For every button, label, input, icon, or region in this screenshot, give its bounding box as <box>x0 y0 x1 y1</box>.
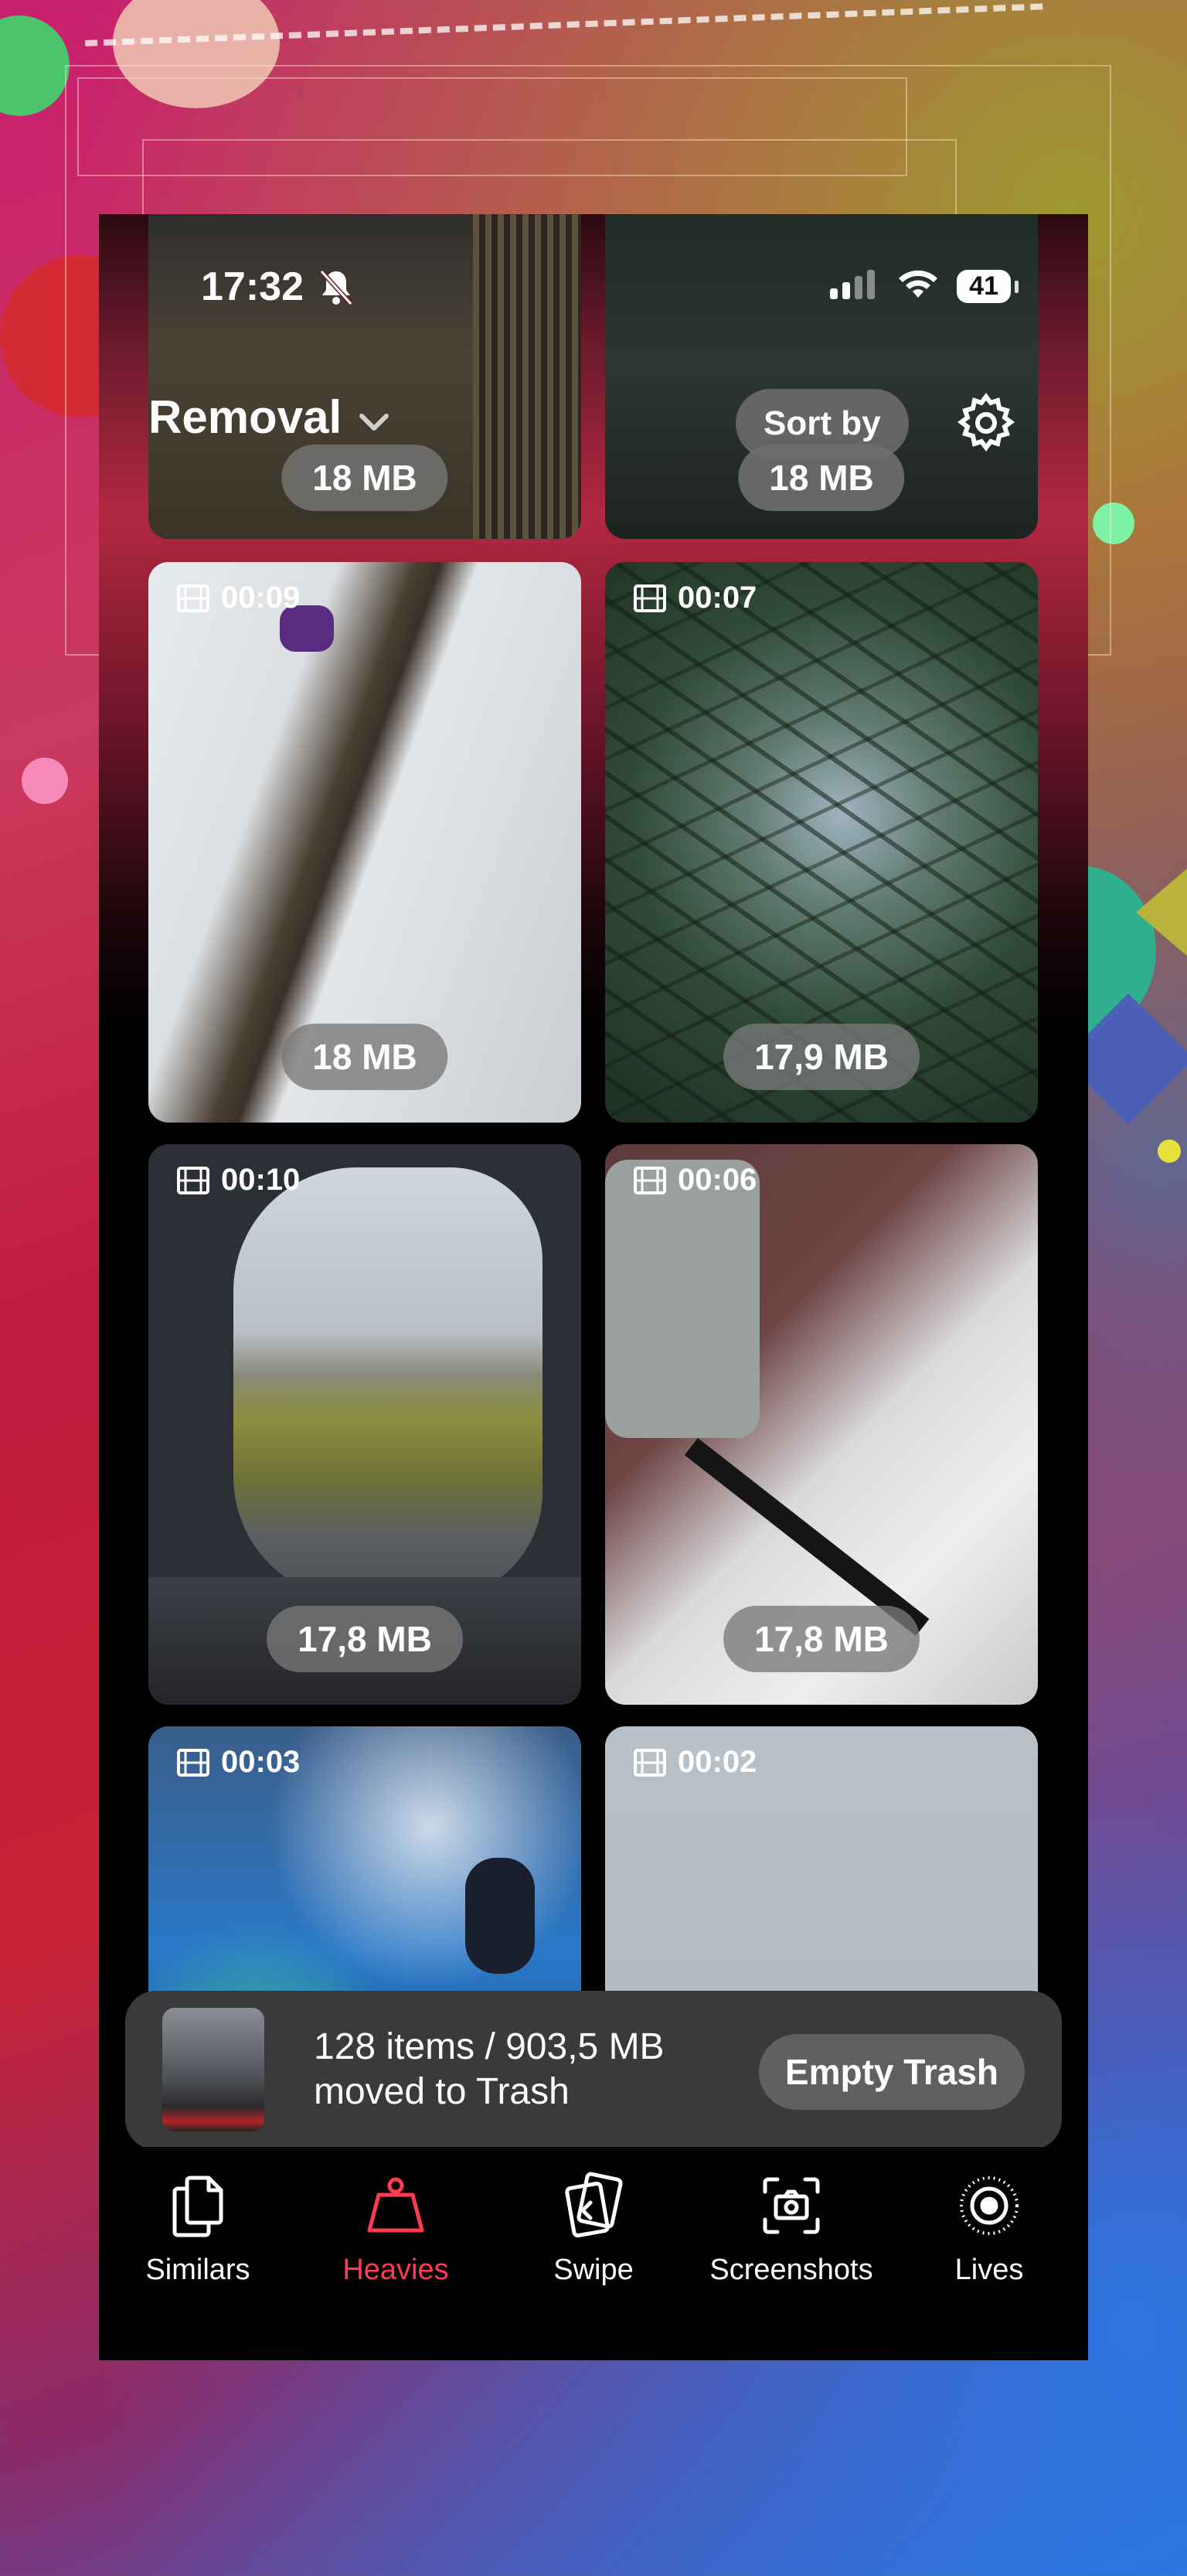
status-indicators: 41 <box>828 268 1019 305</box>
tab-label: Swipe <box>553 2254 634 2286</box>
media-item-bridge[interactable]: 18 MB <box>148 214 581 539</box>
size-badge: 17,8 MB <box>267 1606 463 1672</box>
decor-dashed-line <box>85 3 1044 59</box>
tab-swipe[interactable]: Swipe <box>495 2147 692 2287</box>
duration-text: 00:03 <box>221 1745 301 1779</box>
trash-toast: 128 items / 903,5 MB moved to Trash Empt… <box>125 1991 1062 2150</box>
screenshot-camera-icon <box>754 2169 828 2243</box>
swipe-cards-icon <box>556 2169 631 2243</box>
tab-label: Similars <box>145 2254 250 2286</box>
decor-pink-dot <box>22 758 68 804</box>
media-item-forest-dark[interactable]: 18 MB <box>605 214 1038 539</box>
duration-text: 00:07 <box>678 581 757 615</box>
tab-label: Lives <box>954 2254 1024 2286</box>
album-title-dropdown[interactable]: Removal <box>148 390 389 444</box>
weight-icon <box>359 2169 433 2243</box>
battery-indicator: 41 <box>957 270 1019 303</box>
gear-icon[interactable] <box>955 392 1017 454</box>
video-duration: 00:03 <box>176 1745 300 1780</box>
decor-yellow-dot <box>1158 1140 1181 1163</box>
media-item-tree-branches[interactable]: 00:07 17,9 MB <box>605 562 1038 1123</box>
tab-bar: Similars Heavies Swipe Screenshots Lives <box>99 2147 1088 2360</box>
decor-green-circle <box>0 15 70 116</box>
decor-mint-dot <box>1093 503 1134 544</box>
film-icon <box>176 1166 210 1195</box>
decor-outline-box <box>142 139 957 220</box>
media-item-snow-path[interactable]: 00:09 18 MB <box>148 562 581 1123</box>
cellular-signal-icon <box>828 268 879 305</box>
towel <box>605 1160 760 1438</box>
duration-text: 00:06 <box>678 1163 757 1197</box>
sort-by-button[interactable]: Sort by <box>736 389 909 458</box>
toast-line-count: 128 items / 903,5 MB <box>314 2026 665 2067</box>
live-photo-icon <box>952 2169 1026 2243</box>
bridge-railing <box>473 214 581 539</box>
media-item-airplane-window[interactable]: 00:10 17,8 MB <box>148 1144 581 1705</box>
bell-muted-icon <box>318 268 354 311</box>
tab-label: Heavies <box>342 2254 449 2286</box>
decor-cream-circle <box>113 0 280 108</box>
window-view <box>233 1167 542 1600</box>
drummer-figure <box>465 1858 535 1974</box>
wifi-icon <box>896 268 940 305</box>
tab-heavies[interactable]: Heavies <box>297 2147 495 2287</box>
toast-line-status: moved to Trash <box>314 2071 570 2112</box>
media-item-bathroom[interactable]: 00:06 17,8 MB <box>605 1144 1038 1705</box>
video-duration: 00:02 <box>633 1745 757 1780</box>
size-badge: 17,8 MB <box>723 1606 920 1672</box>
film-icon <box>176 1748 210 1777</box>
film-icon <box>176 584 210 613</box>
video-duration: 00:10 <box>176 1163 300 1198</box>
video-duration: 00:07 <box>633 581 757 615</box>
album-title: Removal <box>148 391 342 443</box>
decor-olive-triangle <box>1136 866 1187 959</box>
status-time: 17:32 <box>201 264 304 309</box>
size-badge: 17,9 MB <box>723 1024 920 1090</box>
video-duration: 00:09 <box>176 581 300 615</box>
tab-label: Screenshots <box>709 2254 873 2286</box>
film-icon <box>633 1166 667 1195</box>
chevron-down-icon <box>359 390 389 444</box>
duration-text: 00:10 <box>221 1163 301 1197</box>
tab-lives[interactable]: Lives <box>890 2147 1088 2287</box>
tab-similars[interactable]: Similars <box>99 2147 297 2287</box>
film-icon <box>633 584 667 613</box>
size-badge: 18 MB <box>281 1024 448 1090</box>
video-duration: 00:06 <box>633 1163 757 1198</box>
decor-outline-box <box>77 77 907 176</box>
toast-message: 128 items / 903,5 MB moved to Trash <box>314 2025 665 2114</box>
phone-screen: 18 MB 18 MB 17:32 41 Removal Sort by 00:… <box>99 214 1088 2360</box>
toast-thumbnail <box>162 2008 264 2131</box>
size-badge: 18 MB <box>281 445 448 511</box>
copy-icon <box>161 2169 235 2243</box>
film-icon <box>633 1748 667 1777</box>
empty-trash-button[interactable]: Empty Trash <box>758 2034 1025 2110</box>
duration-text: 00:09 <box>221 581 301 615</box>
duration-text: 00:02 <box>678 1745 757 1779</box>
tab-screenshots[interactable]: Screenshots <box>692 2147 890 2287</box>
